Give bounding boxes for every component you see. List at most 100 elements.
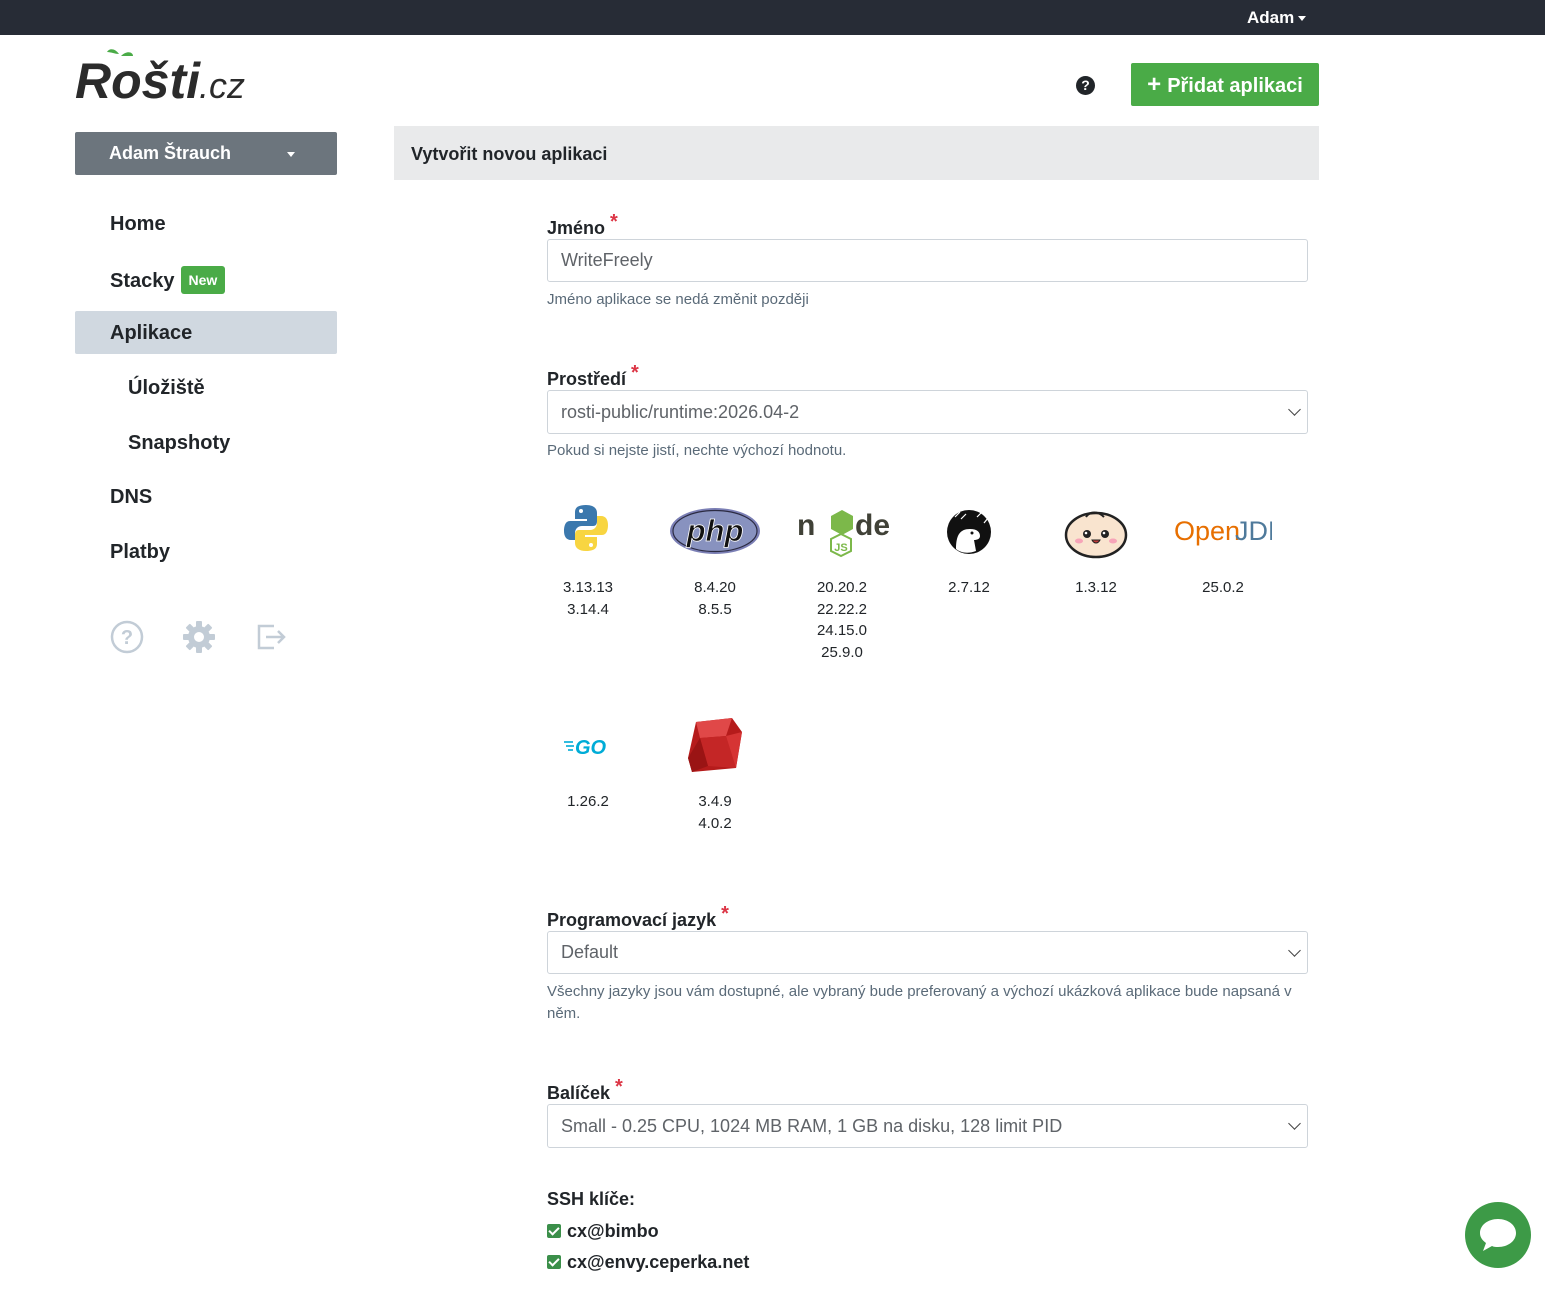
version: 3.14.4: [567, 600, 609, 618]
sidebar-item-home[interactable]: Home: [110, 213, 166, 236]
caret-down-icon: [1298, 16, 1307, 22]
help-circle-icon[interactable]: ?: [110, 620, 144, 654]
version: 25.9.0: [821, 643, 863, 661]
python-icon: [563, 503, 609, 558]
language-hint-line: Všechny jazyky jsou vám dostupné, ale vy…: [547, 983, 1292, 1000]
ssh-keys-label: SSH klíče:: [547, 1189, 636, 1209]
chevron-down-icon: [1288, 403, 1301, 416]
sidebar-item-stacky[interactable]: Stacky New: [110, 266, 226, 294]
language-hint: Všechny jazyky jsou vám dostupné, ale vy…: [547, 981, 1307, 1025]
sidebar-item-aplikace[interactable]: Aplikace: [110, 322, 192, 345]
logo-tld: .cz: [199, 65, 245, 104]
account-selector[interactable]: Adam Štrauch: [75, 132, 337, 175]
account-name: Adam Štrauch: [109, 143, 232, 163]
user-menu[interactable]: Adam: [1247, 8, 1307, 28]
version: 8.4.20: [694, 579, 736, 596]
add-app-button[interactable]: + Přidat aplikaci: [1131, 63, 1319, 106]
language-label: Programovací jazyk *: [547, 903, 729, 931]
nodejs-icon: n de JS: [797, 505, 890, 566]
svg-text:JDK: JDK: [1235, 516, 1272, 546]
version: 1.3.12: [1075, 579, 1117, 596]
language-select-value: Default: [561, 942, 619, 962]
svg-text:GO: GO: [575, 737, 607, 758]
nodejs-versions: 20.20.2 22.22.2 24.15.0 25.9.0: [802, 577, 882, 663]
bun-versions: 1.3.12: [1056, 577, 1136, 599]
version: 20.20.2: [816, 579, 868, 596]
ruby-icon: [686, 716, 744, 779]
required-marker: *: [631, 362, 639, 384]
chevron-down-icon: [1288, 944, 1301, 957]
ssh-key-label: cx@envy.ceperka.net: [567, 1252, 750, 1272]
version: 3.4.9: [698, 793, 732, 810]
chevron-down-icon: [1288, 1117, 1301, 1130]
package-label: Balíček *: [547, 1076, 623, 1104]
logout-icon[interactable]: [254, 620, 288, 654]
deno-icon: [946, 509, 992, 560]
ruby-versions: 3.4.9 4.0.2: [675, 791, 755, 834]
package-select-value: Small - 0.25 CPU, 1024 MB RAM, 1 GB na d…: [561, 1116, 1063, 1136]
svg-text:n: n: [797, 509, 815, 542]
package-label-text: Balíček: [547, 1083, 611, 1103]
top-bar: Adam: [0, 0, 1545, 35]
svg-text:?: ?: [121, 627, 133, 649]
runtime-label: Prostředí *: [547, 362, 639, 390]
logo-text: Rošti: [75, 53, 201, 104]
language-label-text: Programovací jazyk: [547, 910, 717, 930]
runtime-label-text: Prostředí: [547, 369, 627, 389]
go-icon: GO: [563, 734, 615, 763]
php-versions: 8.4.20 8.5.5: [675, 577, 755, 620]
checkbox-checked-icon[interactable]: [547, 1255, 561, 1269]
svg-text:php: php: [686, 513, 744, 548]
bun-icon: [1064, 505, 1128, 564]
language-select[interactable]: Default: [547, 931, 1308, 974]
sidebar-item-platby[interactable]: Platby: [110, 541, 170, 564]
version: 2.7.12: [948, 579, 990, 596]
runtime-select[interactable]: rosti-public/runtime:2026.04-2: [547, 390, 1308, 434]
go-versions: 1.26.2: [548, 791, 628, 813]
chat-bubble-icon: [1480, 1219, 1516, 1251]
name-label-text: Jméno: [547, 218, 606, 238]
version: 1.26.2: [567, 793, 609, 810]
openjdk-versions: 25.0.2: [1183, 577, 1263, 599]
plus-icon: +: [1147, 71, 1162, 98]
name-label: Jméno *: [547, 211, 618, 239]
version: 3.13.13: [562, 579, 614, 596]
checkbox-checked-icon[interactable]: [547, 1224, 561, 1238]
ssh-key-checkbox[interactable]: cx@envy.ceperka.net: [547, 1252, 749, 1273]
caret-down-icon: [287, 152, 295, 157]
name-input[interactable]: WriteFreely: [547, 239, 1308, 282]
ssh-key-label: cx@bimbo: [567, 1221, 659, 1241]
svg-text:de: de: [855, 509, 889, 542]
name-input-value: WriteFreely: [561, 250, 653, 270]
required-marker: *: [721, 903, 729, 925]
rosti-logo-icon: Rošti .cz: [75, 49, 245, 109]
version: 8.5.5: [698, 600, 732, 618]
python-versions: 3.13.13 3.14.4: [548, 577, 628, 620]
openjdk-icon: Open JDK: [1174, 512, 1286, 551]
deno-versions: 2.7.12: [929, 577, 1009, 599]
runtime-hint: Pokud si nejste jistí, nechte výchozí ho…: [547, 442, 847, 459]
chat-button[interactable]: [1465, 1202, 1531, 1268]
help-icon[interactable]: ?: [1076, 76, 1095, 95]
ssh-key-checkbox[interactable]: cx@bimbo: [547, 1221, 659, 1242]
runtime-select-value: rosti-public/runtime:2026.04-2: [561, 402, 800, 422]
gear-icon[interactable]: [182, 620, 216, 654]
add-app-label: Přidat aplikaci: [1167, 75, 1303, 97]
panel-title: Vytvořit novou aplikaci: [411, 144, 608, 164]
name-hint: Jméno aplikace se nedá změnit později: [547, 291, 809, 308]
required-marker: *: [615, 1076, 623, 1098]
sidebar-item-snapshoty[interactable]: Snapshoty: [128, 432, 230, 455]
svg-text:JS: JS: [834, 542, 847, 554]
new-badge: New: [180, 266, 226, 294]
sidebar-item-dns[interactable]: DNS: [110, 486, 152, 509]
package-select[interactable]: Small - 0.25 CPU, 1024 MB RAM, 1 GB na d…: [547, 1104, 1308, 1148]
php-icon: php: [669, 507, 761, 560]
svg-text:Open: Open: [1174, 516, 1240, 546]
user-menu-label: Adam: [1247, 8, 1295, 27]
version: 25.0.2: [1202, 579, 1244, 596]
version: 22.22.2: [816, 600, 868, 618]
sidebar-item-uloziste[interactable]: Úložiště: [128, 377, 205, 400]
language-hint-line: něm.: [547, 1005, 581, 1022]
logo[interactable]: Rošti .cz: [75, 44, 245, 109]
version: 4.0.2: [698, 814, 732, 832]
